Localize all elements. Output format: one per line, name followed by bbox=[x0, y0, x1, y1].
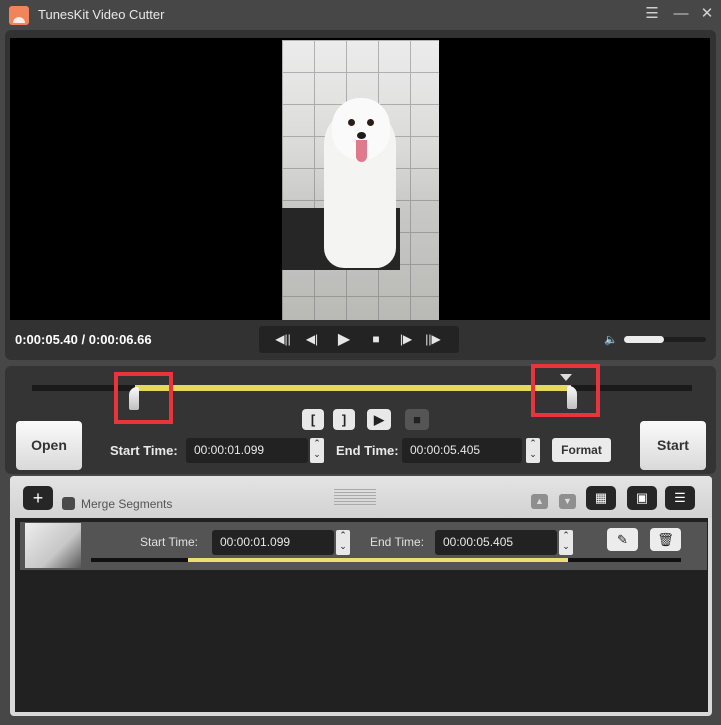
resize-grip[interactable] bbox=[334, 489, 376, 505]
next-segment-button[interactable]: ||▶ bbox=[423, 331, 443, 348]
delete-segment-button[interactable]: 🗑 bbox=[650, 528, 681, 551]
start-time-spinner[interactable]: ⌃ ⌄ bbox=[310, 438, 324, 463]
next-frame-button[interactable]: |▶ bbox=[396, 331, 416, 348]
segment-end-label: End Time: bbox=[370, 535, 425, 549]
merge-segments-label: Merge Segments bbox=[81, 497, 173, 511]
end-time-spinner[interactable]: ⌃ ⌄ bbox=[526, 438, 540, 463]
end-time-label: End Time: bbox=[336, 443, 399, 458]
effects-icon[interactable]: ▦ bbox=[586, 486, 616, 510]
dog-face bbox=[332, 98, 390, 162]
highlight-end-handle bbox=[531, 364, 600, 417]
output-folder-icon[interactable]: ▣ bbox=[627, 486, 657, 510]
time-display: 0:00:05.40 / 0:00:06.66 bbox=[15, 332, 152, 347]
mark-in-button[interactable]: [ bbox=[302, 409, 324, 430]
mark-out-button[interactable]: ] bbox=[333, 409, 355, 430]
start-time-input[interactable]: 00:00:01.099 bbox=[186, 438, 308, 463]
stop-preview-button[interactable]: ■ bbox=[405, 409, 429, 430]
previous-frame-button[interactable]: ◀| bbox=[302, 331, 322, 348]
move-up-button[interactable]: ▲ bbox=[531, 494, 548, 509]
trim-selection bbox=[135, 385, 571, 391]
end-time-input[interactable]: 00:00:05.405 bbox=[402, 438, 522, 463]
merge-segments-checkbox[interactable] bbox=[62, 497, 75, 510]
start-button[interactable]: Start bbox=[640, 421, 706, 470]
edit-segment-button[interactable]: ✎ bbox=[607, 528, 638, 551]
segment-selection bbox=[188, 558, 568, 562]
play-button[interactable]: ▶ bbox=[334, 331, 354, 348]
format-button[interactable]: Format bbox=[552, 438, 611, 462]
highlight-start-handle bbox=[114, 372, 173, 424]
window-title: TunesKit Video Cutter bbox=[38, 7, 165, 22]
stop-button[interactable]: ■ bbox=[366, 331, 386, 348]
playback-controls: ◀|| ◀| ▶ ■ |▶ ||▶ bbox=[259, 326, 459, 353]
open-button[interactable]: Open bbox=[16, 421, 82, 470]
volume-slider-fill bbox=[624, 336, 664, 343]
menu-icon[interactable]: ☰ bbox=[643, 5, 661, 23]
volume-icon[interactable]: 🔈 bbox=[604, 333, 618, 346]
film-clapper-icon bbox=[9, 6, 29, 25]
video-preview[interactable] bbox=[10, 38, 710, 320]
segment-start-label: Start Time: bbox=[140, 535, 199, 549]
add-segment-button[interactable]: + bbox=[23, 486, 53, 510]
segment-row[interactable] bbox=[20, 522, 707, 570]
minimize-icon[interactable]: — bbox=[672, 5, 690, 23]
segment-end-input[interactable]: 00:00:05.405 bbox=[435, 530, 557, 555]
previous-segment-button[interactable]: ◀|| bbox=[273, 331, 293, 348]
video-frame bbox=[282, 40, 439, 320]
segment-list-icon[interactable]: ☰ bbox=[665, 486, 695, 510]
preview-segment-button[interactable]: ▶ bbox=[367, 409, 391, 430]
segment-start-input[interactable]: 00:00:01.099 bbox=[212, 530, 334, 555]
start-time-label: Start Time: bbox=[110, 443, 178, 458]
segment-end-spinner[interactable]: ⌃ ⌄ bbox=[559, 530, 573, 555]
segment-thumbnail bbox=[25, 523, 81, 568]
close-icon[interactable]: ✕ bbox=[698, 5, 716, 23]
move-down-button[interactable]: ▼ bbox=[559, 494, 576, 509]
segment-start-spinner[interactable]: ⌃ ⌄ bbox=[336, 530, 350, 555]
